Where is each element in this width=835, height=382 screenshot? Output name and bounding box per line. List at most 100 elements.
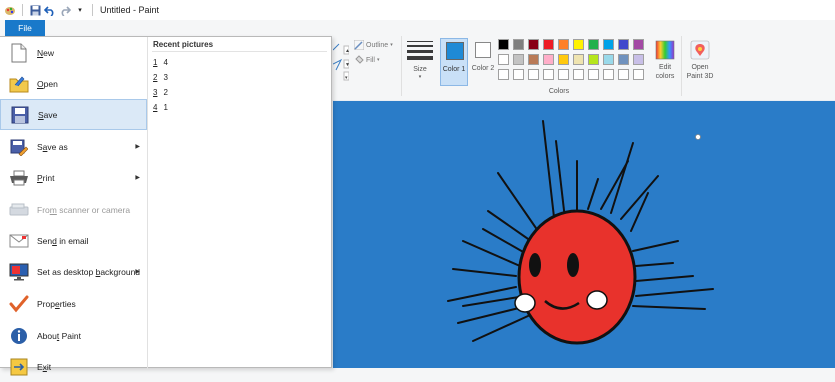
palette-swatch[interactable] <box>528 54 539 65</box>
recent-picture-name: 4 <box>163 58 168 67</box>
paint3d-icon <box>690 40 710 60</box>
palette-swatch[interactable] <box>498 54 509 65</box>
drawing-canvas[interactable] <box>333 101 835 368</box>
recent-picture-name: 2 <box>163 88 168 97</box>
paint-app-icon[interactable] <box>4 4 16 16</box>
edit-colors-icon <box>655 40 675 60</box>
color1-button[interactable]: Color 1 <box>440 38 468 86</box>
menu-item-label: Open <box>37 78 58 89</box>
palette-swatch[interactable] <box>558 54 569 65</box>
color2-label: Color 2 <box>471 65 495 72</box>
palette-swatch[interactable] <box>618 39 629 50</box>
outline-label: Outline <box>366 41 389 49</box>
menu-item-send-in-email[interactable]: Send in email <box>0 225 147 256</box>
palette-custom-swatch[interactable] <box>543 69 554 80</box>
palette-custom-swatch[interactable] <box>498 69 509 80</box>
recent-picture-number: 4 <box>153 103 158 112</box>
palette-swatch[interactable] <box>618 54 629 65</box>
palette-swatch[interactable] <box>573 39 584 50</box>
menu-item-label: Save <box>38 109 58 120</box>
printer-icon <box>8 167 30 189</box>
menu-item-save[interactable]: Save <box>0 99 147 130</box>
undo-icon[interactable] <box>44 4 56 16</box>
recent-picture-item[interactable]: 41 <box>153 103 168 112</box>
ribbon-tab-bar <box>0 20 835 36</box>
outline-brush-icon <box>354 40 364 50</box>
menu-item-save-as[interactable]: Save as ▶ <box>0 131 147 162</box>
submenu-arrow-icon: ▶ <box>135 269 140 275</box>
palette-custom-swatch[interactable] <box>603 69 614 80</box>
desktop-background-icon <box>8 261 30 283</box>
menu-item-open[interactable]: Open <box>0 68 147 99</box>
edit-colors-button[interactable]: Edit colors <box>650 38 680 88</box>
redo-icon[interactable] <box>59 4 71 16</box>
palette-swatch[interactable] <box>588 54 599 65</box>
window-title: Untitled - Paint <box>100 5 160 15</box>
svg-text:▲: ▲ <box>345 48 349 54</box>
menu-item-exit[interactable]: Exit <box>0 351 147 382</box>
menu-item-from-scanner-or-camera[interactable]: From scanner or camera <box>0 194 147 225</box>
menu-item-label: Properties <box>37 298 76 309</box>
menu-item-label: Set as desktop background <box>37 266 141 277</box>
ribbon-divider <box>401 36 402 96</box>
color2-swatch <box>475 42 491 58</box>
recent-picture-name: 3 <box>163 73 168 82</box>
size-button[interactable]: Size ▾ <box>405 40 435 90</box>
recent-picture-item[interactable]: 32 <box>153 88 168 97</box>
open-paint3d-button[interactable]: Open Paint 3D <box>684 38 716 88</box>
menu-item-print[interactable]: Print ▶ <box>0 162 147 193</box>
recent-picture-item[interactable]: 14 <box>153 58 168 67</box>
recent-picture-number: 1 <box>153 58 158 67</box>
palette-swatch[interactable] <box>633 54 644 65</box>
palette-swatch[interactable] <box>603 54 614 65</box>
fill-button[interactable]: Fill ▾ <box>354 55 379 65</box>
palette-custom-swatch[interactable] <box>588 69 599 80</box>
palette-swatch[interactable] <box>573 54 584 65</box>
quick-save-icon[interactable] <box>29 4 41 16</box>
open-folder-icon <box>8 73 30 95</box>
color2-button[interactable]: Color 2 <box>470 38 496 86</box>
new-file-icon <box>8 42 30 64</box>
outline-button[interactable]: Outline ▾ <box>354 40 393 50</box>
palette-custom-swatch[interactable] <box>513 69 524 80</box>
palette-custom-swatch[interactable] <box>618 69 629 80</box>
title-bar: ▾ Untitled - Paint <box>0 0 835 21</box>
customize-toolbar-icon[interactable]: ▾ <box>74 4 86 16</box>
edit-colors-label: Edit colors <box>655 64 675 80</box>
menu-item-label: New <box>37 47 55 58</box>
palette-swatch[interactable] <box>498 39 509 50</box>
colors-group-label: Colors <box>548 88 570 95</box>
palette-swatch[interactable] <box>558 39 569 50</box>
menu-item-about-paint[interactable]: About Paint <box>0 320 147 351</box>
palette-swatch[interactable] <box>543 54 554 65</box>
palette-custom-swatch[interactable] <box>528 69 539 80</box>
size-label: Size <box>413 66 427 73</box>
menu-item-label: Exit <box>37 361 52 372</box>
svg-text:▼: ▼ <box>345 62 349 68</box>
menu-item-set-as-desktop-background[interactable]: Set as desktop background ▶ <box>0 256 147 287</box>
palette-swatch[interactable] <box>633 39 644 50</box>
quick-access-toolbar: ▾ <box>0 4 96 16</box>
menu-item-label: Save as <box>37 141 68 152</box>
menu-item-label: About Paint <box>37 330 81 341</box>
recent-picture-item[interactable]: 23 <box>153 73 168 82</box>
palette-swatch[interactable] <box>543 39 554 50</box>
save-as-icon <box>8 136 30 158</box>
palette-custom-swatch[interactable] <box>633 69 644 80</box>
color1-label: Color 1 <box>442 66 466 73</box>
line-size-icon <box>407 41 433 60</box>
palette-custom-swatch[interactable] <box>573 69 584 80</box>
menu-item-new[interactable]: New <box>0 37 147 68</box>
menu-item-label: From scanner or camera <box>37 204 131 215</box>
checkmark-icon <box>8 293 30 315</box>
palette-swatch[interactable] <box>588 39 599 50</box>
palette-custom-swatch[interactable] <box>558 69 569 80</box>
palette-swatch[interactable] <box>513 54 524 65</box>
file-tab[interactable]: File <box>5 20 45 36</box>
menu-item-properties[interactable]: Properties <box>0 288 147 319</box>
palette-swatch[interactable] <box>528 39 539 50</box>
palette-swatch[interactable] <box>513 39 524 50</box>
palette-swatch[interactable] <box>603 39 614 50</box>
shapes-gallery-fragment[interactable]: ▲ ▼ ▾ <box>332 42 350 82</box>
recent-picture-name: 1 <box>163 103 168 112</box>
